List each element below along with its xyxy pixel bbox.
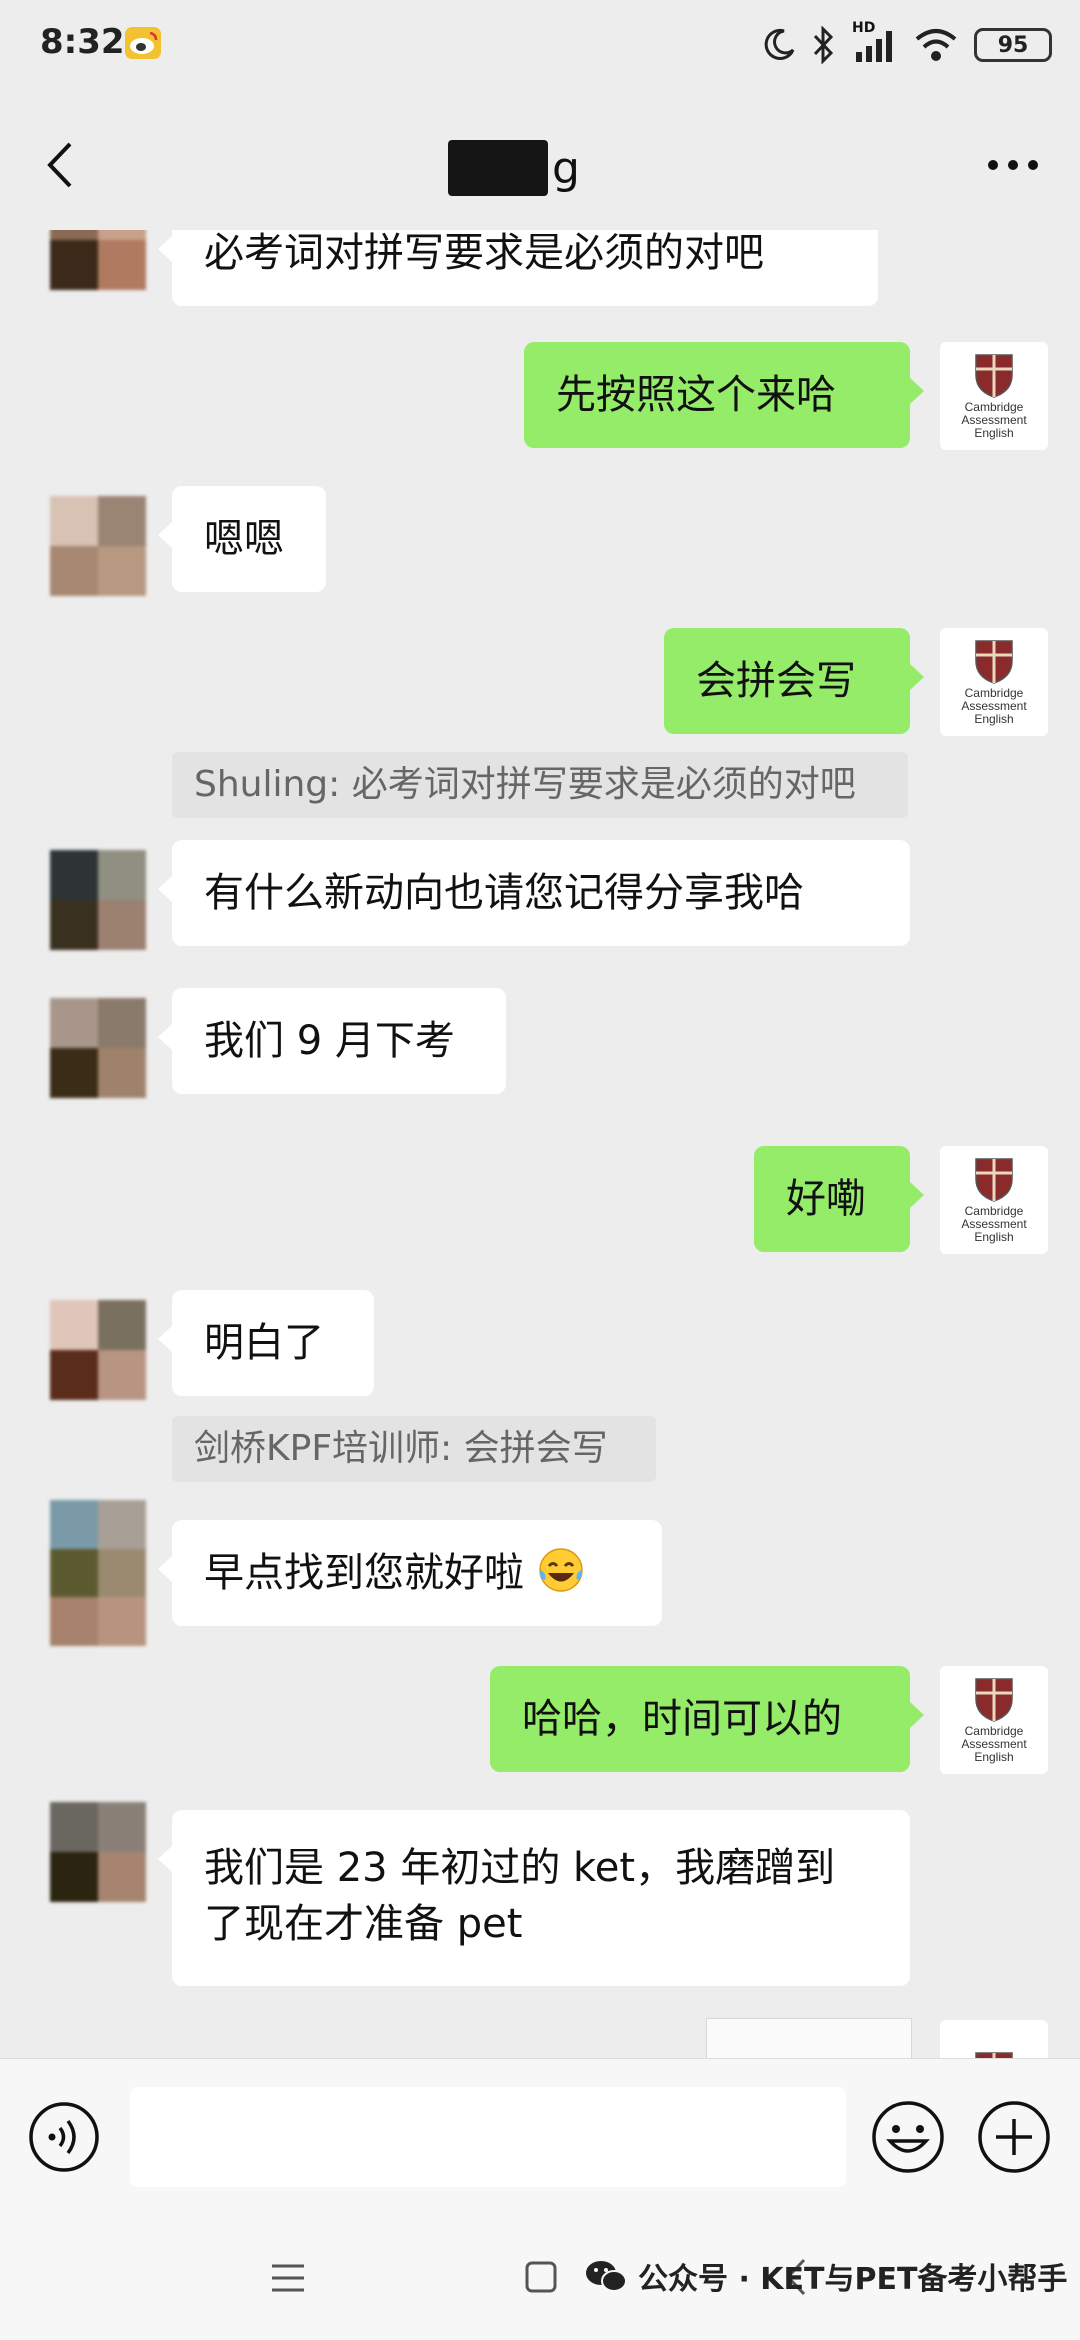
status-bar: 8:32 HD 95 (0, 0, 1080, 100)
redacted-name (448, 140, 548, 196)
input-bar (0, 2058, 1080, 2219)
back-arrow-icon[interactable] (40, 138, 80, 192)
message-text: 早点找到您就好啦 (204, 1550, 524, 1596)
message-bubble[interactable]: 必考词对拼写要求是必须的对吧 (158, 230, 878, 306)
logo-text: Cambridge Assessment English (961, 1723, 1027, 1764)
voice-icon[interactable] (28, 2101, 100, 2173)
message-bubble[interactable]: 有什么新动向也请您记得分享我哈 (158, 840, 910, 946)
avatar[interactable] (940, 2020, 1048, 2058)
weibo-icon (125, 27, 161, 59)
signal-icon: HD (852, 20, 898, 64)
wifi-icon (915, 29, 957, 61)
chat-title: g (448, 140, 580, 196)
watermark-text: 公众号 · KET与PET备考小帮手 (638, 2262, 1068, 2297)
message-text: 我们 9 月下考 (204, 1018, 455, 1064)
avatar[interactable] (50, 496, 146, 596)
shield-logo-icon (975, 353, 1013, 398)
avatar[interactable] (50, 998, 146, 1098)
message-bubble[interactable]: 早点找到您就好啦 (158, 1520, 662, 1626)
logo-text: Cambridge Assessment English (961, 1203, 1027, 1244)
message-input[interactable] (130, 2087, 846, 2187)
emoji-icon[interactable] (870, 2099, 946, 2175)
battery-icon: 95 (974, 28, 1052, 62)
laughing-tears-emoji-icon (538, 1548, 583, 1592)
message-text: 必考词对拼写要求是必须的对吧 (204, 230, 764, 276)
wechat-icon (586, 2261, 627, 2292)
avatar[interactable] (50, 230, 146, 290)
quoted-reply[interactable]: Shuling: 必考词对拼写要求是必须的对吧 (172, 752, 908, 818)
bluetooth-icon (813, 26, 834, 64)
message-text: 明白了 (204, 1320, 324, 1366)
message-bubble[interactable]: 嗯嗯 (158, 486, 326, 592)
watermark: 公众号 · KET与PET备考小帮手 (584, 2254, 1067, 2298)
plus-icon[interactable] (976, 2099, 1052, 2175)
message-text-line: 了现在才准备 pet (204, 1901, 523, 1947)
message-bubble[interactable]: 哈哈，时间可以的 (490, 1666, 924, 1772)
avatar[interactable] (50, 1300, 146, 1400)
message-bubble[interactable]: 会拼会写 (664, 628, 924, 734)
quote-text: 剑桥KPF培训师: 会拼会写 (194, 1428, 608, 1469)
avatar[interactable]: Cambridge Assessment English (940, 628, 1048, 736)
message-text-line: 我们是 23 年初过的 ket，我磨蹭到 (204, 1845, 836, 1891)
more-icon[interactable] (986, 150, 1040, 180)
status-icons: HD 95 (762, 20, 1052, 68)
message-text: 嗯嗯 (204, 516, 284, 562)
status-time: 8:32 (40, 22, 125, 62)
message-text: 有什么新动向也请您记得分享我哈 (204, 870, 804, 916)
moon-icon (764, 28, 795, 60)
recents-icon[interactable] (270, 2262, 306, 2294)
logo-text: Cambridge Assessment English (961, 399, 1027, 440)
message-text: 先按照这个来哈 (556, 372, 836, 418)
avatar[interactable]: Cambridge Assessment English (940, 1666, 1048, 1774)
message-text: 好嘞 (786, 1176, 866, 1222)
message-bubble[interactable]: 我们 9 月下考 (158, 988, 506, 1094)
avatar[interactable] (50, 1802, 146, 1902)
logo-text: Cambridge Assessment English (961, 685, 1027, 726)
quoted-reply[interactable]: 剑桥KPF培训师: 会拼会写 (172, 1416, 656, 1482)
message-bubble[interactable]: 明白了 (158, 1290, 374, 1396)
message-bubble[interactable]: 先按照这个来哈 (524, 342, 924, 448)
shield-logo-icon (975, 2052, 1013, 2058)
chat-area[interactable]: 必考词对拼写要求是必须的对吧 先按照这个来哈 Cambridge Assessme… (0, 230, 1080, 2058)
avatar[interactable] (50, 1500, 146, 1646)
home-icon[interactable] (524, 2260, 558, 2294)
avatar[interactable]: Cambridge Assessment English (940, 342, 1048, 450)
message-bubble[interactable]: 好嘞 (754, 1146, 924, 1252)
quote-text: Shuling: 必考词对拼写要求是必须的对吧 (194, 764, 856, 805)
shield-logo-icon (975, 639, 1013, 684)
system-nav-bar: 公众号 · KET与PET备考小帮手 (0, 2218, 1080, 2340)
message-text: 哈哈，时间可以的 (522, 1696, 842, 1742)
chat-title-text: g (552, 142, 580, 194)
message-text: 会拼会写 (696, 658, 856, 704)
image-message-thumbnail[interactable] (706, 2018, 912, 2058)
avatar[interactable] (50, 850, 146, 950)
chat-header: g (0, 100, 1080, 230)
message-bubble[interactable]: 我们是 23 年初过的 ket，我磨蹭到 了现在才准备 pet (158, 1810, 910, 1986)
avatar[interactable]: Cambridge Assessment English (940, 1146, 1048, 1254)
shield-logo-icon (975, 1677, 1013, 1722)
shield-logo-icon (975, 1157, 1013, 1202)
